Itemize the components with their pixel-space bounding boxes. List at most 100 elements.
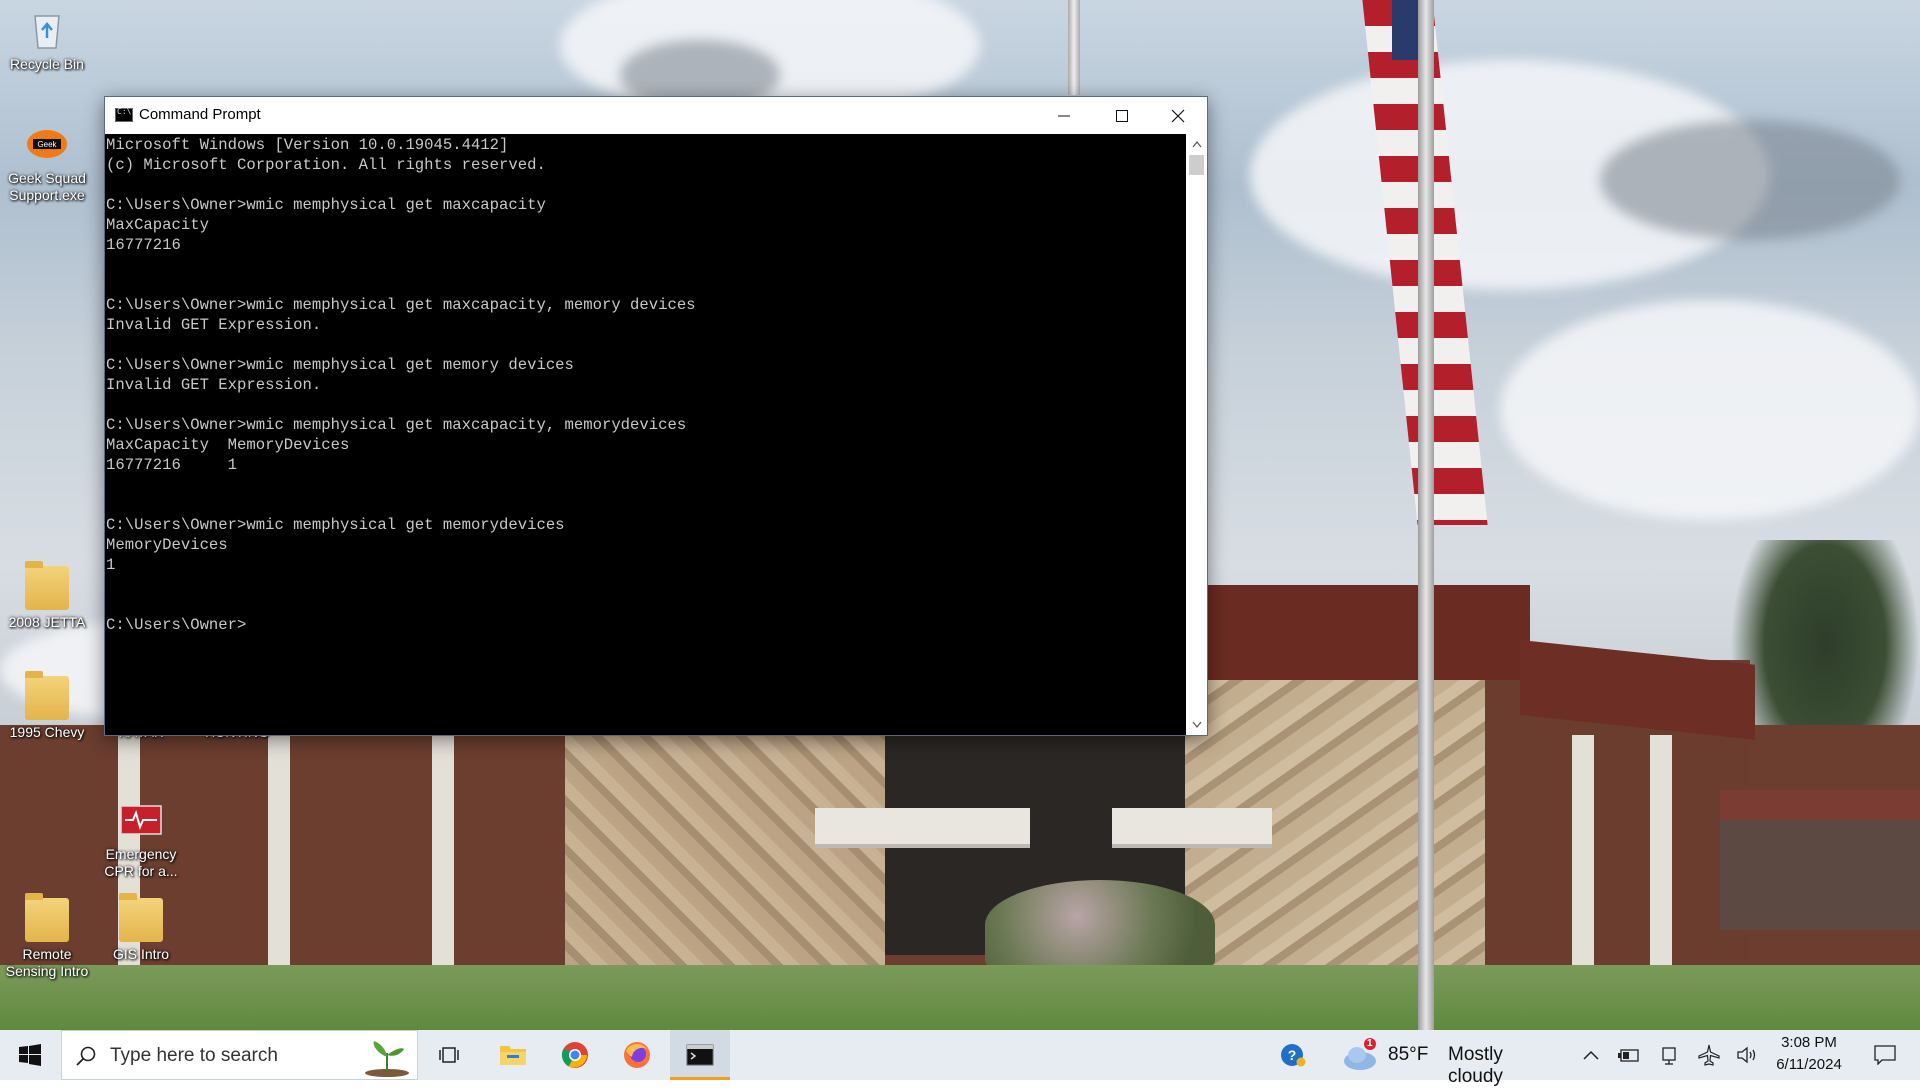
network-tray-button[interactable] xyxy=(1653,1030,1685,1080)
search-highlight-plant-icon xyxy=(365,1041,409,1077)
geek-squad-icon: Geek xyxy=(27,130,67,158)
recycle-bin-icon xyxy=(34,15,60,49)
help-button[interactable]: ? xyxy=(1275,1030,1311,1080)
scroll-thumb[interactable] xyxy=(1189,155,1204,175)
terminal-text: Microsoft Windows [Version 10.0.19045.44… xyxy=(106,135,696,635)
desktop-icon-1995-chevy[interactable]: 1995 Chevy xyxy=(2,671,92,741)
battery-icon xyxy=(1618,1049,1639,1062)
desktop-icon-label: Emergency CPR for a... xyxy=(104,846,178,879)
scroll-up-button[interactable] xyxy=(1186,134,1207,154)
terminal-line: MemoryDevices xyxy=(106,536,228,554)
vertical-scrollbar[interactable] xyxy=(1186,134,1207,735)
network-icon xyxy=(1662,1047,1676,1065)
chevron-down-icon xyxy=(1192,721,1201,728)
chrome-button[interactable] xyxy=(550,1030,600,1080)
weather-alert-badge: 1 xyxy=(1367,1038,1373,1049)
terminal-line: (c) Microsoft Corporation. All rights re… xyxy=(106,156,546,174)
terminal-line: Invalid GET Expression. xyxy=(106,376,322,394)
windows-logo-icon xyxy=(19,1044,41,1066)
taskbar: Type here to search ? 1 85°F Mostly clou… xyxy=(0,1030,1920,1087)
desktop-icon-label: Recycle Bin xyxy=(10,56,84,72)
terminal-line: Microsoft Windows [Version 10.0.19045.44… xyxy=(106,136,509,154)
command-prompt-icon xyxy=(115,107,133,122)
weather-temperature: 85°F xyxy=(1388,1044,1429,1065)
speaker-icon xyxy=(1737,1046,1756,1064)
terminal-line: 16777216 xyxy=(106,236,181,254)
window-title: Command Prompt xyxy=(139,106,261,123)
desktop-icon-geek-squad[interactable]: Geek Geek Squad Support.exe xyxy=(2,122,92,204)
close-icon xyxy=(1171,109,1185,122)
start-button[interactable] xyxy=(0,1030,60,1080)
taskbar-clock[interactable]: 3:08 PM 6/11/2024 xyxy=(1770,1032,1848,1076)
weather-condition: Mostly cloudy xyxy=(1448,1044,1503,1087)
command-prompt-icon xyxy=(686,1044,714,1066)
battery-tray-button[interactable] xyxy=(1613,1030,1645,1080)
show-hidden-icons-button[interactable] xyxy=(1575,1030,1607,1080)
terminal-line: 16777216 1 xyxy=(106,456,238,474)
maximize-icon xyxy=(1116,109,1128,122)
firefox-button[interactable] xyxy=(612,1030,662,1080)
chevron-up-icon xyxy=(1583,1050,1599,1060)
folder-icon xyxy=(25,561,69,610)
desktop-icon-label: 2008 JETTA xyxy=(8,614,86,630)
notification-icon xyxy=(1874,1045,1896,1065)
terminal-line: C:\Users\Owner>wmic memphysical get maxc… xyxy=(106,196,546,214)
volume-tray-button[interactable] xyxy=(1731,1030,1763,1080)
folder-icon xyxy=(119,893,163,942)
search-placeholder: Type here to search xyxy=(110,1045,278,1066)
window-titlebar[interactable]: Command Prompt xyxy=(105,97,1207,134)
search-icon xyxy=(76,1046,96,1066)
video-file-icon xyxy=(120,805,162,835)
terminal-line: Invalid GET Expression. xyxy=(106,316,322,334)
minimize-button[interactable] xyxy=(1035,97,1093,134)
airplane-mode-tray-button[interactable] xyxy=(1693,1030,1725,1080)
terminal-line: C:\Users\Owner>wmic memphysical get maxc… xyxy=(106,416,687,434)
close-button[interactable] xyxy=(1149,97,1207,134)
search-box[interactable]: Type here to search xyxy=(61,1030,418,1080)
scroll-down-button[interactable] xyxy=(1186,715,1207,735)
terminal-line: 1 xyxy=(106,556,116,574)
desktop-icon-remote-sensing[interactable]: Remote Sensing Intro xyxy=(2,893,92,980)
desktop-icon-gis-intro[interactable]: GIS Intro xyxy=(96,893,186,963)
command-prompt-window[interactable]: Command Prompt Microsoft Windows [Versio… xyxy=(104,96,1208,736)
terminal-line: MaxCapacity xyxy=(106,216,209,234)
svg-text:Geek: Geek xyxy=(37,140,57,149)
file-explorer-button[interactable] xyxy=(488,1030,538,1080)
airplane-icon xyxy=(1698,1044,1720,1066)
task-view-icon xyxy=(439,1047,459,1063)
firefox-icon xyxy=(624,1042,650,1068)
desktop-icon-emergency-cpr[interactable]: Emergency CPR for a... xyxy=(96,798,186,880)
minimize-icon xyxy=(1058,115,1070,116)
terminal-line: MaxCapacity MemoryDevices xyxy=(106,436,350,454)
svg-text:?: ? xyxy=(1288,1047,1297,1063)
terminal-line: C:\Users\Owner>wmic memphysical get memo… xyxy=(106,356,574,374)
help-icon: ? xyxy=(1281,1044,1306,1067)
chevron-up-icon xyxy=(1192,141,1201,148)
notification-center-button[interactable] xyxy=(1860,1030,1910,1080)
maximize-button[interactable] xyxy=(1093,97,1151,134)
desktop-icon-recycle-bin[interactable]: Recycle Bin xyxy=(2,8,92,73)
clock-date: 6/11/2024 xyxy=(1776,1056,1842,1073)
terminal-output[interactable]: Microsoft Windows [Version 10.0.19045.44… xyxy=(105,134,1186,735)
desktop-icon-2008-jetta[interactable]: 2008 JETTA xyxy=(2,561,92,631)
file-explorer-icon xyxy=(500,1046,526,1065)
desktop-icon-label: Remote Sensing Intro xyxy=(5,946,89,979)
terminal-line: C:\Users\Owner>wmic memphysical get maxc… xyxy=(106,296,696,314)
weather-widget[interactable]: 1 85°F Mostly cloudy xyxy=(1340,1030,1550,1087)
cloudy-weather-icon xyxy=(1344,1038,1376,1070)
command-prompt-taskbar-button[interactable] xyxy=(670,1030,730,1080)
desktop-icon-label: GIS Intro xyxy=(112,946,170,962)
desktop-icon-label: 1995 Chevy xyxy=(9,724,85,740)
task-view-button[interactable] xyxy=(425,1030,475,1080)
terminal-line: C:\Users\Owner> xyxy=(106,616,247,634)
folder-icon xyxy=(25,671,69,720)
